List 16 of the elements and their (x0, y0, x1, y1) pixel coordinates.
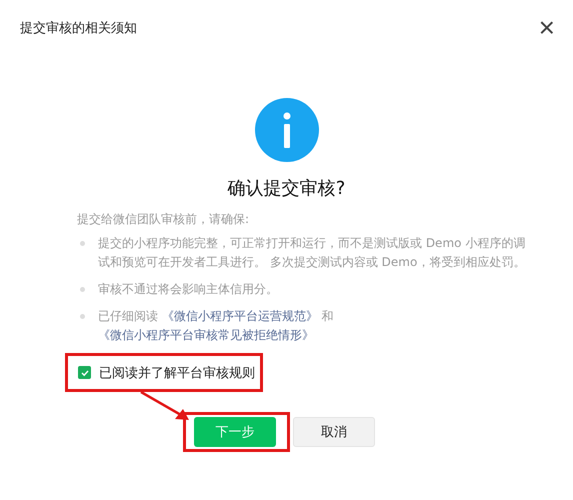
dialog-title: 提交审核的相关须知 (20, 20, 137, 37)
rule-link[interactable]: 《微信小程序平台审核常见被拒绝情形》 (98, 328, 314, 342)
bullet-text: 审核不通过将会影响主体信用分。 (98, 281, 279, 298)
intro-text: 提交给微信团队审核前，请确保: (77, 211, 250, 228)
checkbox[interactable] (78, 366, 91, 379)
bullet-dot (80, 287, 85, 292)
info-icon (254, 98, 318, 162)
bullet-text: 已仔细阅读 《微信小程序平台运营规范》 和 《微信小程序平台审核常见被拒绝情形》 (98, 308, 335, 344)
heading: 确认提交审核? (226, 177, 346, 200)
cancel-button[interactable]: 取消 (293, 417, 375, 447)
bullet-text: 提交的小程序功能完整，可正常打开和运行，而不是测试版或 Demo 小程序的调试和预览可在开发者工具进行。 多次提交测试内容或 Demo，将受到相应处罚。 (98, 235, 526, 271)
bullet-dot (80, 241, 85, 246)
checkbox-label: 已阅读并了解平台审核规则 (99, 364, 255, 382)
close-button[interactable]: × (534, 16, 559, 40)
bullet-dot (80, 314, 85, 319)
rule-link[interactable]: 《微信小程序平台运营规范》 (162, 309, 318, 323)
